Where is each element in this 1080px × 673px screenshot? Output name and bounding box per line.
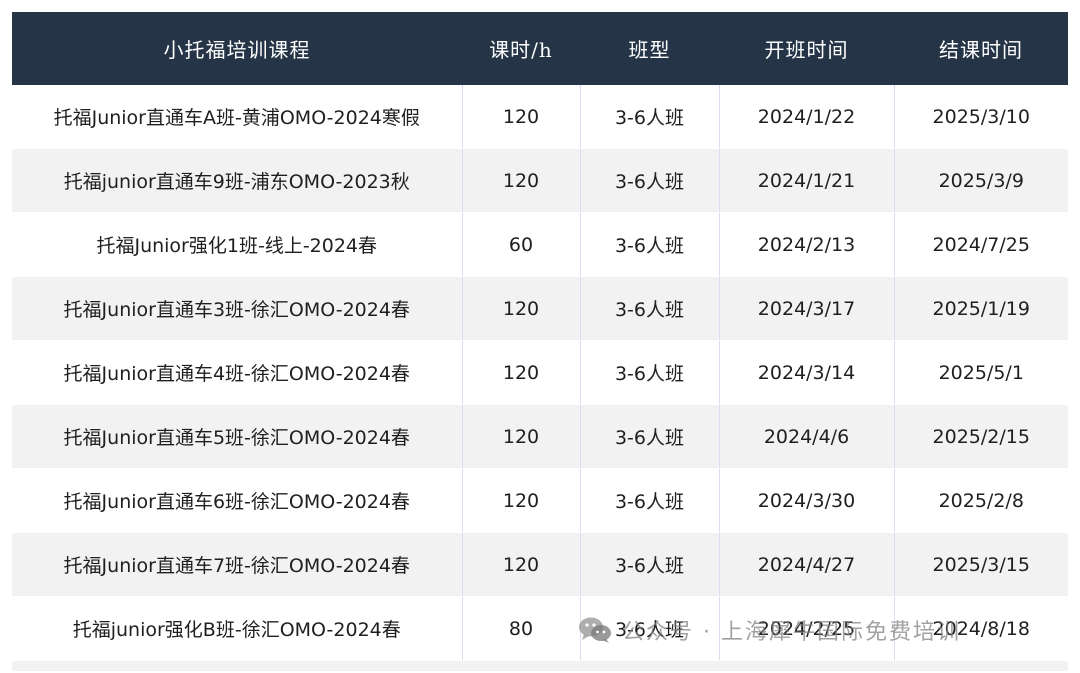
cell-end-date: 2025/1/19: [894, 276, 1068, 341]
cell-hours: 120: [462, 276, 581, 341]
cell-hours: 80: [462, 596, 581, 661]
table-row: 托福Junior直通车4班-徐汇OMO-2024春 120 3-6人班 2024…: [12, 340, 1068, 405]
table-row-partial: [12, 660, 1068, 672]
table-row: 托福junior直通车9班-浦东OMO-2023秋 120 3-6人班 2024…: [12, 148, 1068, 213]
cell-course: 托福Junior直通车7班-徐汇OMO-2024春: [12, 532, 463, 597]
cell-hours: 120: [462, 148, 581, 213]
table-row: 托福Junior直通车7班-徐汇OMO-2024春 120 3-6人班 2024…: [12, 532, 1068, 597]
cell-class-type: 3-6人班: [580, 468, 720, 533]
header-end-date: 结课时间: [894, 12, 1068, 85]
table-row: 托福Junior直通车3班-徐汇OMO-2024春 120 3-6人班 2024…: [12, 276, 1068, 341]
table-row: 托福Junior强化1班-线上-2024春 60 3-6人班 2024/2/13…: [12, 212, 1068, 277]
table-row: 托福Junior直通车5班-徐汇OMO-2024春 120 3-6人班 2024…: [12, 404, 1068, 469]
cell-hours: 120: [462, 404, 581, 469]
page: 小托福培训课程 课时/h 班型 开班时间 结课时间 托福Junior直通车A班-…: [0, 0, 1080, 673]
cell-hours: 120: [462, 532, 581, 597]
cell-class-type: 3-6人班: [580, 532, 720, 597]
cell-class-type: 3-6人班: [580, 85, 720, 149]
cell-start-date: 2024/4/6: [719, 404, 895, 469]
header-course: 小托福培训课程: [12, 12, 462, 85]
cell-class-type: 3-6人班: [580, 404, 720, 469]
table-row: 托福Junior直通车6班-徐汇OMO-2024春 120 3-6人班 2024…: [12, 468, 1068, 533]
header-start-date: 开班时间: [719, 12, 894, 85]
cell-start-date: 2024/2/25: [719, 596, 895, 661]
cell-start-date: 2024/3/17: [719, 276, 895, 341]
cell-start-date: 2024/4/27: [719, 532, 895, 597]
cell-course: 托福Junior直通车5班-徐汇OMO-2024春: [12, 404, 463, 469]
header-hours: 课时/h: [462, 12, 580, 85]
cell-end-date: 2024/7/25: [894, 212, 1068, 277]
cell-end-date: 2025/3/15: [894, 532, 1068, 597]
cell-end-date: 2025/2/8: [894, 468, 1068, 533]
cell-class-type: 3-6人班: [580, 276, 720, 341]
cell-start-date: 2024/1/22: [719, 85, 895, 149]
cell-course: 托福Junior直通车6班-徐汇OMO-2024春: [12, 468, 463, 533]
course-table: 小托福培训课程 课时/h 班型 开班时间 结课时间 托福Junior直通车A班-…: [12, 12, 1068, 672]
cell-course: 托福Junior强化1班-线上-2024春: [12, 212, 463, 277]
cell-course: 托福junior直通车9班-浦东OMO-2023秋: [12, 148, 463, 213]
header-class-type: 班型: [580, 12, 719, 85]
cell-hours: 120: [462, 340, 581, 405]
cell-start-date: 2024/1/21: [719, 148, 895, 213]
cell-hours: 120: [462, 85, 581, 149]
cell-hours: 60: [462, 212, 581, 277]
cell-class-type: 3-6人班: [580, 148, 720, 213]
table-row: 托福junior强化B班-徐汇OMO-2024春 80 3-6人班 2024/2…: [12, 596, 1068, 661]
table-row: 托福Junior直通车A班-黄浦OMO-2024寒假 120 3-6人班 202…: [12, 85, 1068, 149]
cell-class-type: 3-6人班: [580, 340, 720, 405]
cell-course: 托福Junior直通车4班-徐汇OMO-2024春: [12, 340, 463, 405]
cell-class-type: 3-6人班: [580, 596, 720, 661]
cell-end-date: 2025/3/10: [894, 85, 1068, 149]
cell-start-date: 2024/3/30: [719, 468, 895, 533]
cell-start-date: 2024/2/13: [719, 212, 895, 277]
cell-start-date: 2024/3/14: [719, 340, 895, 405]
cell-end-date: 2025/2/15: [894, 404, 1068, 469]
cell-course: 托福junior强化B班-徐汇OMO-2024春: [12, 596, 463, 661]
cell-course: 托福Junior直通车A班-黄浦OMO-2024寒假: [12, 85, 463, 149]
table-header-row: 小托福培训课程 课时/h 班型 开班时间 结课时间: [12, 12, 1068, 85]
cell-end-date: 2024/8/18: [894, 596, 1068, 661]
cell-end-date: 2025/5/1: [894, 340, 1068, 405]
cell-course: 托福Junior直通车3班-徐汇OMO-2024春: [12, 276, 463, 341]
cell-hours: 120: [462, 468, 581, 533]
cell-class-type: 3-6人班: [580, 212, 720, 277]
cell-end-date: 2025/3/9: [894, 148, 1068, 213]
